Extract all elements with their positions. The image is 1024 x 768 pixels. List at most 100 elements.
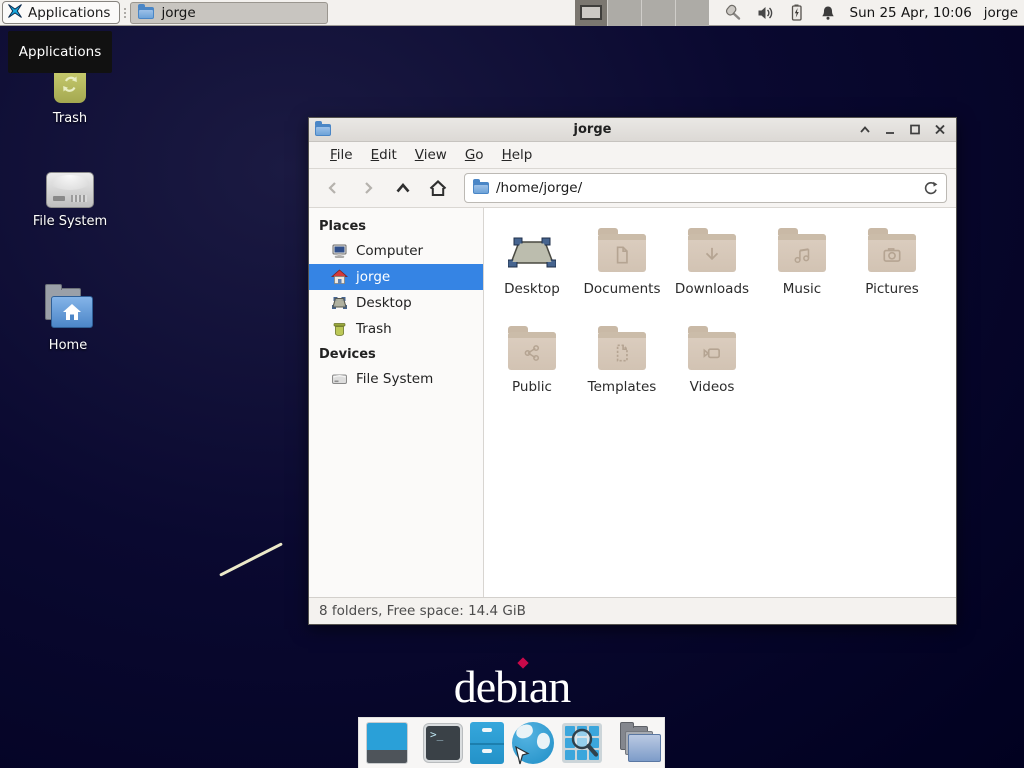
- file-label: Desktop: [504, 281, 560, 297]
- sidebar-label-desktop: Desktop: [356, 295, 412, 311]
- panel-separator-handle: [121, 3, 129, 23]
- file-item-downloads[interactable]: Downloads: [667, 222, 757, 320]
- debian-logo: debıan: [0, 660, 1024, 713]
- desktop: Applications jorge: [0, 0, 1024, 768]
- file-item-music[interactable]: Music: [757, 222, 847, 320]
- workspace-3[interactable]: [642, 0, 676, 26]
- folders-icon: [618, 722, 662, 764]
- file-manager-window: jorge File Edit View Go Help: [308, 117, 957, 625]
- menu-file[interactable]: File: [321, 142, 362, 168]
- hard-drive-icon: [46, 172, 94, 208]
- computer-icon: [331, 243, 348, 259]
- devices-header: Devices: [309, 342, 483, 366]
- close-button[interactable]: [929, 120, 950, 140]
- sidebar-item-filesystem[interactable]: File System: [309, 366, 483, 392]
- taskbar-window-button[interactable]: jorge: [130, 2, 328, 24]
- user-home-icon: [331, 269, 348, 285]
- window-body: Places Computer jo: [309, 208, 956, 597]
- menu-view[interactable]: View: [406, 142, 456, 168]
- sidebar-item-jorge[interactable]: jorge: [309, 264, 483, 290]
- path-field[interactable]: /home/jorge/: [464, 173, 947, 203]
- file-item-public[interactable]: Public: [487, 320, 577, 418]
- app-finder-launcher[interactable]: [562, 723, 602, 763]
- up-button[interactable]: [388, 173, 418, 203]
- file-label: Videos: [690, 379, 735, 395]
- public-folder-icon: [508, 332, 556, 370]
- notification-bell-icon[interactable]: [819, 4, 837, 22]
- panel-user-actions[interactable]: jorge: [984, 5, 1018, 21]
- file-label: Templates: [588, 379, 657, 395]
- window-controls: [854, 120, 950, 140]
- folder-icon: [138, 7, 154, 19]
- applications-menu-label: Applications: [28, 5, 110, 21]
- sidebar-item-desktop[interactable]: Desktop: [309, 290, 483, 316]
- home-folder-icon: [43, 288, 93, 332]
- file-grid: Desktop Documents: [484, 208, 956, 597]
- places-header: Places: [309, 214, 483, 238]
- desktop-icon-filesystem[interactable]: File System: [20, 172, 120, 229]
- show-desktop-button[interactable]: [366, 722, 408, 764]
- workspace-4[interactable]: [676, 0, 709, 26]
- home-button[interactable]: [423, 173, 453, 203]
- system-tray: [723, 3, 837, 22]
- menu-help[interactable]: Help: [493, 142, 542, 168]
- forward-button[interactable]: [353, 173, 383, 203]
- applications-menu-button[interactable]: Applications: [2, 1, 120, 24]
- applications-tooltip: Applications: [8, 31, 112, 73]
- statusbar: 8 folders, Free space: 14.4 GiB: [309, 597, 956, 624]
- mouse-settings-icon[interactable]: [723, 3, 742, 22]
- file-label: Music: [783, 281, 821, 297]
- file-manager-launcher[interactable]: [470, 722, 504, 764]
- path-folder-icon: [473, 182, 489, 194]
- minimize-button[interactable]: [879, 120, 900, 140]
- trash-label: Trash: [53, 111, 87, 126]
- volume-icon[interactable]: [756, 4, 775, 22]
- sidebar-item-computer[interactable]: Computer: [309, 238, 483, 264]
- globe-icon: [512, 722, 554, 764]
- workspace-2[interactable]: [608, 0, 642, 26]
- desktop-folder-icon: [508, 234, 556, 272]
- trash-icon: [331, 321, 348, 337]
- file-label: Documents: [584, 281, 661, 297]
- window-title: jorge: [331, 122, 854, 137]
- file-cabinet-icon: [470, 722, 504, 764]
- file-item-documents[interactable]: Documents: [577, 222, 667, 320]
- window-titlebar[interactable]: jorge: [309, 118, 956, 142]
- workspace-window-preview: [580, 5, 602, 20]
- sidebar: Places Computer jo: [309, 208, 484, 597]
- battery-icon[interactable]: [789, 3, 805, 22]
- file-label: Pictures: [865, 281, 918, 297]
- downloads-folder-icon: [688, 234, 736, 272]
- shade-button[interactable]: [854, 120, 875, 140]
- desktop-icon-home[interactable]: Home: [18, 288, 118, 353]
- path-text: /home/jorge/: [496, 180, 582, 196]
- videos-folder-icon: [688, 332, 736, 370]
- web-browser-launcher[interactable]: [512, 722, 554, 764]
- workspace-switcher[interactable]: [575, 0, 709, 26]
- sidebar-label-computer: Computer: [356, 243, 423, 259]
- file-label: Public: [512, 379, 552, 395]
- file-item-desktop[interactable]: Desktop: [487, 222, 577, 320]
- window-icon: [315, 124, 331, 136]
- documents-folder-icon: [598, 234, 646, 272]
- menu-go[interactable]: Go: [456, 142, 493, 168]
- tooltip-text: Applications: [19, 44, 101, 60]
- back-button[interactable]: [318, 173, 348, 203]
- panel-clock[interactable]: Sun 25 Apr, 10:06: [850, 5, 972, 21]
- templates-folder-icon: [598, 332, 646, 370]
- menu-edit[interactable]: Edit: [362, 142, 406, 168]
- directory-menu-button[interactable]: [618, 722, 662, 764]
- terminal-icon: >_: [424, 724, 462, 762]
- file-item-pictures[interactable]: Pictures: [847, 222, 937, 320]
- sidebar-item-trash[interactable]: Trash: [309, 316, 483, 342]
- xfce-logo-icon: [7, 3, 23, 23]
- workspace-1[interactable]: [575, 0, 609, 26]
- terminal-launcher[interactable]: >_: [424, 724, 462, 762]
- sidebar-label-jorge: jorge: [356, 269, 390, 285]
- file-item-templates[interactable]: Templates: [577, 320, 667, 418]
- maximize-button[interactable]: [904, 120, 925, 140]
- reload-icon[interactable]: [922, 180, 938, 196]
- drive-icon: [331, 371, 348, 387]
- file-item-videos[interactable]: Videos: [667, 320, 757, 418]
- show-desktop-icon: [366, 722, 408, 764]
